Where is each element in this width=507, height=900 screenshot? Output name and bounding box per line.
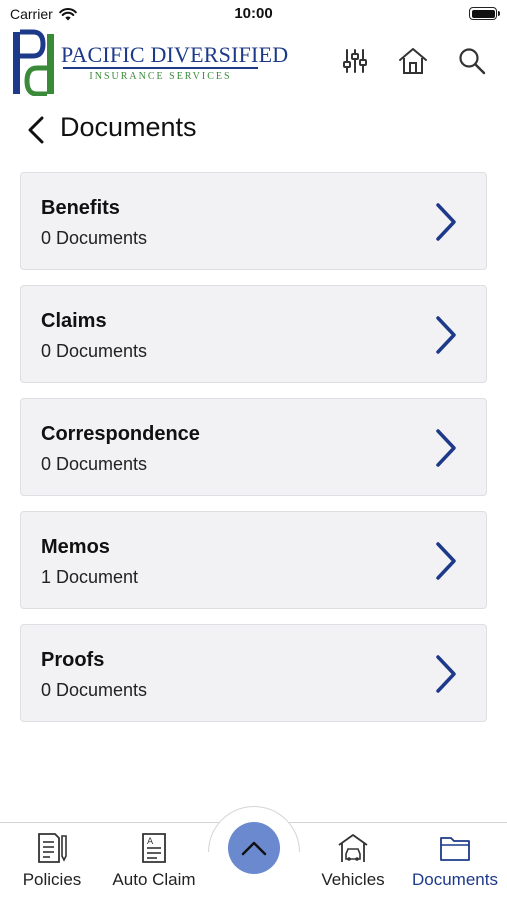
folder-title: Claims xyxy=(41,310,107,332)
brand-divider xyxy=(63,67,258,69)
home-icon xyxy=(399,48,427,74)
folder-title: Correspondence xyxy=(41,423,200,445)
chevron-right-icon xyxy=(436,316,456,354)
chevron-right-icon xyxy=(436,655,456,693)
filter-button[interactable] xyxy=(338,44,372,78)
brand-subtitle: INSURANCE SERVICES xyxy=(89,71,232,82)
battery-icon xyxy=(469,7,500,20)
folder-icon xyxy=(440,837,470,861)
folder-document-count: 1 Document xyxy=(41,567,139,587)
page-header: Documents xyxy=(0,108,507,152)
folder-title: Benefits xyxy=(41,197,120,219)
folder-title: Memos xyxy=(41,536,110,558)
brand-logo: PACIFIC DIVERSIFIED INSURANCE SERVICES xyxy=(11,28,288,96)
folder-card-proofs[interactable]: Proofs 0 Documents xyxy=(20,624,487,722)
brand-name: PACIFIC DIVERSIFIED xyxy=(61,42,289,67)
search-icon xyxy=(459,48,486,75)
chevron-right-icon xyxy=(436,203,456,241)
pd-monogram-icon xyxy=(13,29,54,96)
tab-auto-claim[interactable]: A Auto Claim xyxy=(104,832,204,892)
page-title: Documents xyxy=(60,112,197,142)
home-button[interactable] xyxy=(396,44,430,78)
garage-car-icon xyxy=(338,834,368,862)
search-button[interactable] xyxy=(455,44,489,78)
filter-sliders-icon xyxy=(343,49,367,73)
policy-document-icon xyxy=(38,833,67,863)
chevron-right-icon xyxy=(436,429,456,467)
folder-card-claims[interactable]: Claims 0 Documents xyxy=(20,285,487,383)
svg-text:A: A xyxy=(147,837,154,847)
tab-label: Vehicles xyxy=(321,870,385,889)
chevron-up-icon xyxy=(241,841,267,856)
status-bar: Carrier 10:00 xyxy=(0,0,507,26)
tab-vehicles[interactable]: Vehicles xyxy=(303,832,403,892)
folder-document-count: 0 Documents xyxy=(41,228,148,248)
tab-label: Documents xyxy=(412,870,498,889)
expand-menu-button[interactable] xyxy=(228,822,280,874)
status-time: 10:00 xyxy=(234,5,273,22)
tab-label: Auto Claim xyxy=(112,870,196,889)
folder-card-correspondence[interactable]: Correspondence 0 Documents xyxy=(20,398,487,496)
back-button[interactable] xyxy=(20,114,52,146)
document-folder-list: Benefits 0 Documents Claims 0 Documents … xyxy=(20,172,487,737)
folder-document-count: 0 Documents xyxy=(41,454,148,474)
tab-label: Policies xyxy=(22,870,82,889)
chevron-right-icon xyxy=(436,542,456,580)
claim-form-icon: A xyxy=(142,833,166,863)
folder-card-benefits[interactable]: Benefits 0 Documents xyxy=(20,172,487,270)
chevron-left-icon xyxy=(28,116,44,144)
folder-document-count: 0 Documents xyxy=(41,341,148,361)
folder-title: Proofs xyxy=(41,649,105,671)
app-header: PACIFIC DIVERSIFIED INSURANCE SERVICES xyxy=(0,26,507,102)
tab-policies[interactable]: Policies xyxy=(2,832,102,892)
folder-card-memos[interactable]: Memos 1 Document xyxy=(20,511,487,609)
folder-document-count: 0 Documents xyxy=(41,680,148,700)
tab-documents[interactable]: Documents xyxy=(405,832,505,892)
